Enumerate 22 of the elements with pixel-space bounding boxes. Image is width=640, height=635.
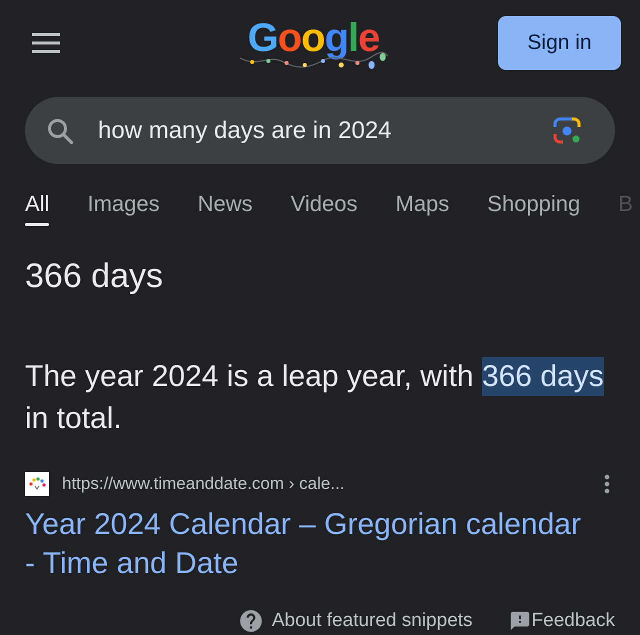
help-icon: [238, 608, 264, 634]
result-title-link[interactable]: Year 2024 Calendar – Gregorian calendar - Time and Date: [25, 505, 597, 583]
camera-lens-icon[interactable]: [553, 117, 581, 144]
feedback-icon: [508, 610, 531, 632]
about-snippets-link[interactable]: About featured snippets: [238, 606, 473, 635]
more-options-icon[interactable]: [604, 474, 610, 494]
favicon-icon: [25, 472, 49, 496]
menu-icon[interactable]: [32, 32, 60, 54]
answer-text: The year 2024 is a leap year, with 366 days in total.: [25, 356, 615, 440]
tab[interactable]: Videos: [290, 192, 358, 226]
search-icon: [47, 118, 73, 144]
answer-title: 366 days: [25, 256, 163, 296]
tab[interactable]: Shopping: [487, 192, 580, 226]
tab[interactable]: Images: [87, 192, 160, 226]
tab[interactable]: Maps: [396, 192, 450, 226]
feedback-link[interactable]: Feedback: [508, 606, 615, 635]
result-url: https://www.timeanddate.com › cale...: [62, 473, 345, 496]
tab[interactable]: All: [25, 192, 50, 226]
tab[interactable]: News: [198, 192, 253, 226]
search-field[interactable]: how many days are in 2024: [25, 97, 615, 164]
logo[interactable]: Google: [238, 14, 390, 72]
sign-in-button[interactable]: Sign in: [498, 16, 621, 70]
